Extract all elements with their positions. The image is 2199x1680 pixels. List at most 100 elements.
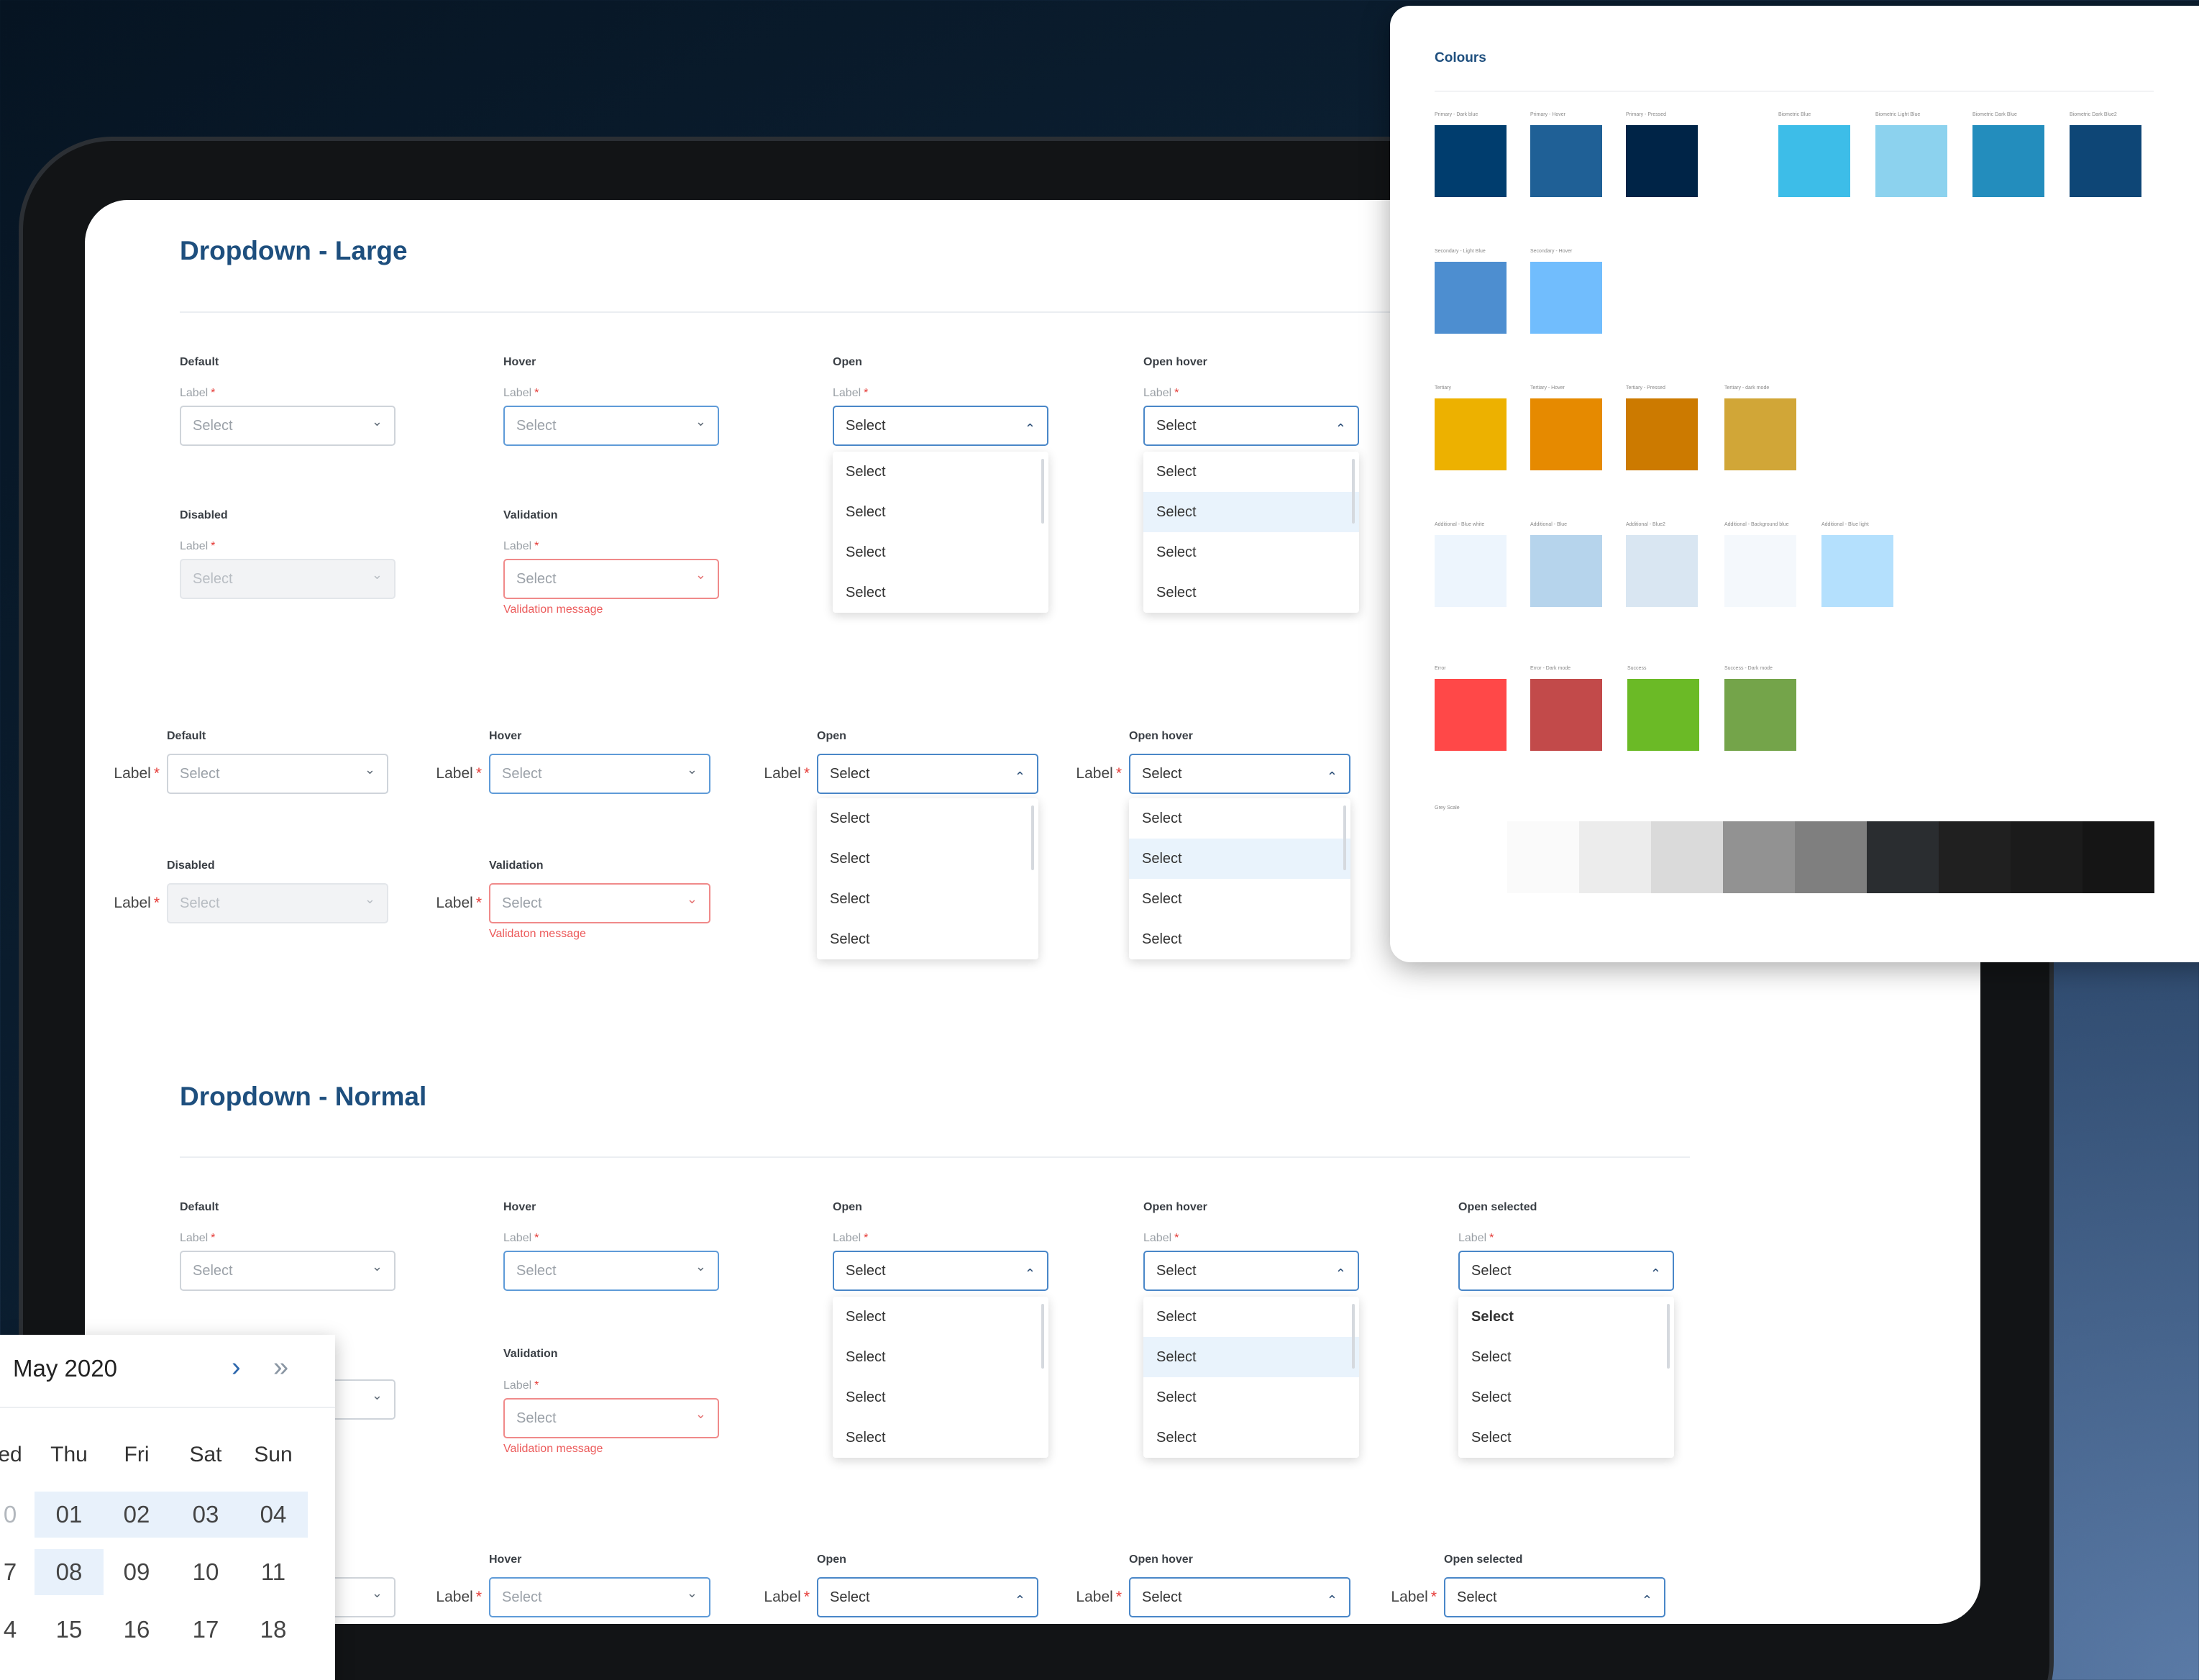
dropdown-option[interactable]: Select — [833, 1418, 1048, 1458]
dropdown-field[interactable]: Select ⌄ — [167, 754, 388, 794]
chevron-down-icon: ⌄ — [364, 762, 375, 777]
calendar-day[interactable]: 16 — [102, 1607, 171, 1653]
dropdown-option[interactable]: Select — [1129, 798, 1350, 839]
colour-swatch: Additional - Blue light — [1821, 522, 1893, 607]
dropdown-option[interactable]: Select — [833, 1337, 1048, 1377]
dropdown-field[interactable]: Select ⌄ — [180, 1251, 396, 1291]
grey-chip — [2011, 821, 2083, 893]
calendar-day[interactable]: 04 — [239, 1492, 308, 1538]
colour-name: Primary - Hover — [1530, 112, 1566, 117]
double-chevron-right-icon[interactable]: » — [273, 1352, 288, 1383]
colour-name: Additional - Background blue — [1724, 522, 1789, 527]
colour-chip — [1724, 398, 1796, 470]
dropdown-option[interactable]: Select — [817, 879, 1038, 919]
calendar-day[interactable]: 01 — [35, 1492, 104, 1538]
dropdown-option[interactable]: Select — [1458, 1377, 1674, 1418]
dropdown-option[interactable]: Select — [1458, 1297, 1674, 1337]
scrollbar[interactable] — [1041, 459, 1044, 524]
scrollbar[interactable] — [1041, 1304, 1044, 1369]
chevron-up-icon: ⌃ — [1024, 1266, 1036, 1281]
state-heading: Open — [833, 356, 862, 368]
calendar-day[interactable]: 17 — [171, 1607, 240, 1653]
calendar-day[interactable]: 09 — [102, 1549, 171, 1595]
dropdown-option-list: Select Select Select Select — [833, 1297, 1048, 1458]
calendar-day[interactable]: 02 — [102, 1492, 171, 1538]
dropdown-field[interactable]: Select ⌃ — [1143, 406, 1359, 446]
dropdown-option[interactable]: Select — [1458, 1418, 1674, 1458]
state-heading: Hover — [489, 1553, 522, 1566]
required-asterisk: * — [475, 1589, 482, 1605]
calendar-month-title: May 2020 — [13, 1355, 117, 1382]
dropdown-option[interactable]: Select — [833, 1377, 1048, 1418]
colour-swatch: Primary - Pressed — [1626, 112, 1698, 197]
scrollbar[interactable] — [1343, 805, 1346, 870]
dropdown-field[interactable]: Select ⌃ — [833, 1251, 1048, 1291]
dropdown-option[interactable]: Select — [1143, 572, 1359, 613]
dropdown-field[interactable]: Select ⌃ — [833, 406, 1048, 446]
required-asterisk: * — [211, 1232, 216, 1244]
dropdown-option[interactable]: Select — [817, 839, 1038, 879]
dropdown-field[interactable]: Select ⌄ — [180, 406, 396, 446]
colour-chip — [1875, 125, 1947, 197]
inline-field-label: Label * — [764, 765, 810, 782]
dropdown-field[interactable]: Select ⌃ — [1129, 1577, 1350, 1617]
dropdown-field[interactable]: Select ⌄ — [503, 406, 719, 446]
scrollbar[interactable] — [1667, 1304, 1670, 1369]
dropdown-field[interactable]: Select ⌄ — [489, 1577, 710, 1617]
dropdown-option[interactable]: Select — [1129, 879, 1350, 919]
dropdown-option[interactable]: Select — [1129, 919, 1350, 959]
colour-name: Biometric Dark Blue — [1972, 112, 2017, 117]
dropdown-field[interactable]: Select ⌃ — [1458, 1251, 1674, 1291]
dropdown-field[interactable]: Select ⌃ — [817, 1577, 1038, 1617]
dropdown-option[interactable]: Select — [1129, 839, 1350, 879]
dropdown-option[interactable]: Select — [1143, 532, 1359, 572]
scrollbar[interactable] — [1031, 805, 1034, 870]
calendar-popup: May 2020 › » ed Thu Fri Sat Sun 0 01 02 03 04 7 08 0… — [0, 1335, 335, 1680]
state-heading: Open — [833, 1201, 862, 1213]
calendar-day[interactable]: 08 — [35, 1549, 104, 1595]
calendar-day[interactable]: 11 — [239, 1549, 308, 1595]
dropdown-option[interactable]: Select — [1143, 452, 1359, 492]
dropdown-value: Select — [502, 895, 542, 911]
dropdown-option[interactable]: Select — [1143, 492, 1359, 532]
dropdown-field[interactable]: Select ⌃ — [1444, 1577, 1665, 1617]
dropdown-option[interactable]: Select — [833, 532, 1048, 572]
dropdown-field[interactable]: Select ⌄ — [503, 1251, 719, 1291]
dropdown-option[interactable]: Select — [1143, 1297, 1359, 1337]
scrollbar[interactable] — [1352, 1304, 1355, 1369]
calendar-day[interactable]: 10 — [171, 1549, 240, 1595]
colour-chip — [1626, 125, 1698, 197]
dropdown-option[interactable]: Select — [1143, 1377, 1359, 1418]
dropdown-field[interactable]: Select ⌄ — [503, 1398, 719, 1438]
dropdown-option[interactable]: Select — [833, 492, 1048, 532]
dropdown-option[interactable]: Select — [1458, 1337, 1674, 1377]
colour-swatch: Success - Dark mode — [1724, 666, 1796, 751]
dropdown-option[interactable]: Select — [1143, 1418, 1359, 1458]
calendar-day[interactable]: 15 — [35, 1607, 104, 1653]
dropdown-option[interactable]: Select — [1143, 1337, 1359, 1377]
dropdown-option[interactable]: Select — [817, 798, 1038, 839]
calendar-day[interactable]: 03 — [171, 1492, 240, 1538]
divider — [180, 1156, 1690, 1158]
colour-chip — [1724, 535, 1796, 607]
chevron-up-icon: ⌃ — [1326, 1593, 1338, 1607]
dropdown-field[interactable]: Select ⌃ — [1143, 1251, 1359, 1291]
dropdown-field[interactable]: Select ⌃ — [1129, 754, 1350, 794]
required-asterisk: * — [534, 1232, 539, 1244]
dropdown-value: Select — [180, 895, 220, 911]
colour-swatch: Tertiary - Hover — [1530, 385, 1602, 470]
dropdown-option[interactable]: Select — [817, 919, 1038, 959]
dropdown-field[interactable]: Select ⌃ — [817, 754, 1038, 794]
chevron-right-icon[interactable]: › — [232, 1352, 241, 1383]
dropdown-value: Select — [516, 418, 557, 434]
dropdown-field[interactable]: Select ⌄ — [489, 754, 710, 794]
dropdown-option[interactable]: Select — [833, 452, 1048, 492]
state-heading: Open — [817, 730, 846, 742]
dropdown-field[interactable]: Select ⌄ — [503, 559, 719, 599]
scrollbar[interactable] — [1352, 459, 1355, 524]
dropdown-value: Select — [180, 766, 220, 782]
dropdown-field[interactable]: Select ⌄ — [489, 883, 710, 923]
dropdown-option[interactable]: Select — [833, 572, 1048, 613]
dropdown-option[interactable]: Select — [833, 1297, 1048, 1337]
calendar-day[interactable]: 18 — [239, 1607, 308, 1653]
